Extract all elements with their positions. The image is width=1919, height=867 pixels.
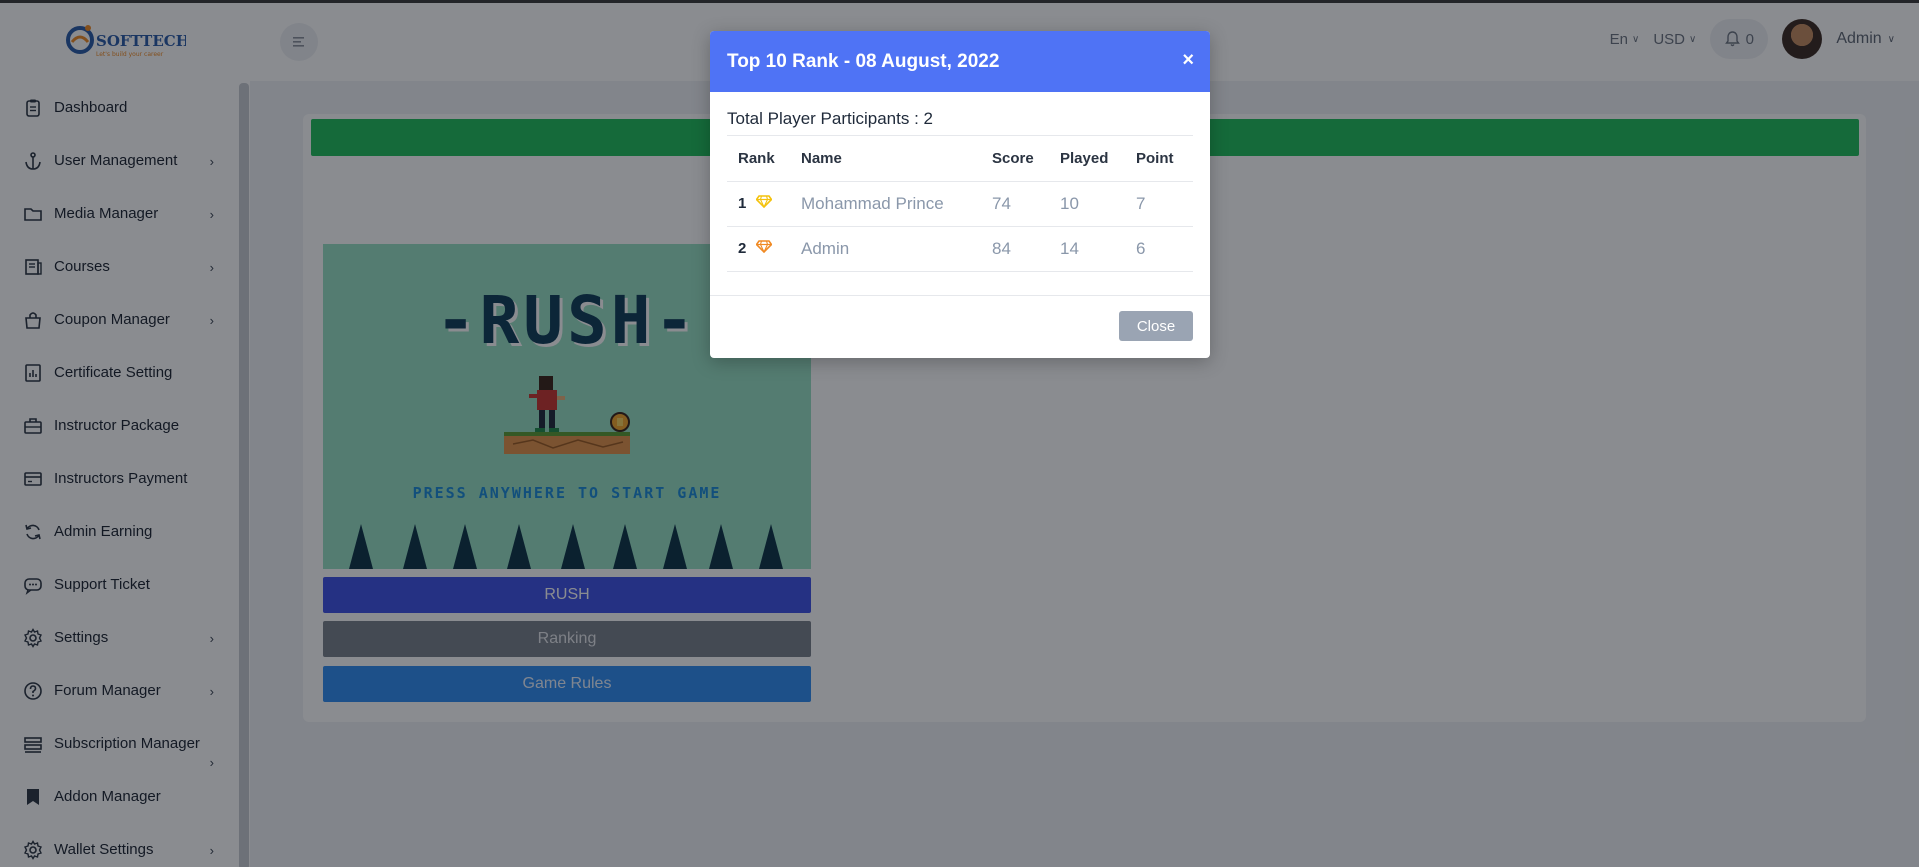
column-rank: Rank [727,136,790,182]
name-cell: Mohammad Prince [790,181,981,227]
point-cell: 7 [1125,181,1193,227]
name-cell: Admin [790,226,981,272]
column-score: Score [981,136,1049,182]
column-name: Name [790,136,981,182]
rank-number: 1 [738,194,747,212]
participants-count: Total Player Participants : 2 [727,92,1193,136]
close-button[interactable]: Close [1119,311,1193,341]
table-header-row: Rank Name Score Played Point [727,136,1193,182]
rank-number: 2 [738,239,747,257]
rank-table-body: 1 Mohammad Prince 74 10 7 2 Admin 84 14 6 [727,181,1193,272]
rank-cell: 1 [727,181,790,227]
table-row: 2 Admin 84 14 6 [727,226,1193,272]
column-played: Played [1049,136,1125,182]
rank-table: Rank Name Score Played Point 1 Mohammad P… [727,136,1193,272]
score-cell: 84 [981,226,1049,272]
close-icon[interactable]: × [1182,49,1194,72]
table-row: 1 Mohammad Prince 74 10 7 [727,181,1193,227]
column-point: Point [1125,136,1193,182]
played-cell: 14 [1049,226,1125,272]
diamond-icon [755,195,773,212]
modal-footer: Close [710,295,1210,358]
rank-cell: 2 [727,226,790,272]
rank-modal: Top 10 Rank - 08 August, 2022 × Total Pl… [710,31,1210,358]
modal-header: Top 10 Rank - 08 August, 2022 × [710,31,1210,92]
point-cell: 6 [1125,226,1193,272]
played-cell: 10 [1049,181,1125,227]
modal-title: Top 10 Rank - 08 August, 2022 [727,50,1000,72]
diamond-icon [755,240,773,257]
score-cell: 74 [981,181,1049,227]
modal-body: Total Player Participants : 2 Rank Name … [710,92,1210,272]
